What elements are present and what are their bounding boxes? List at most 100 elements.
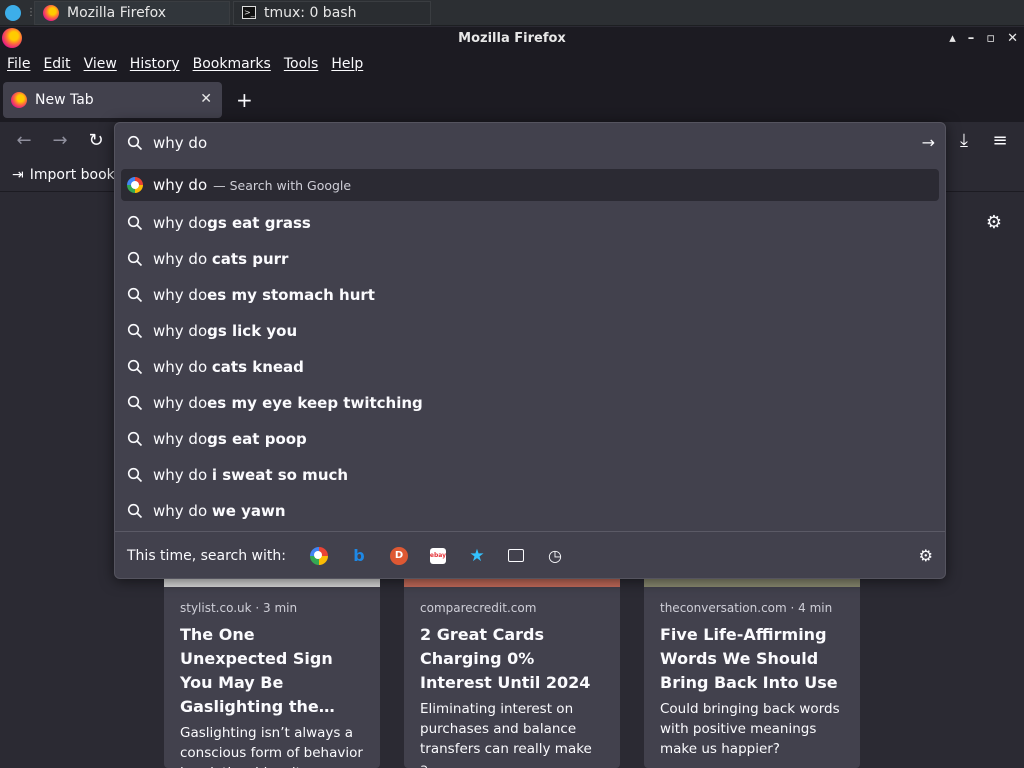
firefox-icon xyxy=(2,28,22,48)
forward-arrow-icon[interactable]: → xyxy=(48,130,72,151)
suggestion-completion: gs eat poop xyxy=(207,430,307,448)
app-launcher-button[interactable] xyxy=(0,0,26,26)
suggestion-item[interactable]: why dogs lick you xyxy=(121,313,939,349)
suggestion-typed: why do xyxy=(153,358,212,376)
suggestion-completion: es my stomach hurt xyxy=(207,286,375,304)
tab-strip: New Tab ✕ + xyxy=(0,78,1024,122)
import-bookmarks-label: Import book xyxy=(29,167,115,183)
minimize-button[interactable]: – xyxy=(968,31,975,46)
card-source: comparecredit.com xyxy=(420,601,537,615)
downloads-icon[interactable]: ⤓ xyxy=(952,130,976,151)
story-card[interactable]: theconversation.com · 4 min Five Life-Af… xyxy=(644,587,860,768)
keep-above-button[interactable]: ▴ xyxy=(949,31,956,46)
url-input[interactable]: why do xyxy=(115,123,945,163)
one-off-label: This time, search with: xyxy=(127,547,286,564)
go-arrow-icon[interactable]: → xyxy=(922,133,935,152)
one-off-search-bar: This time, search with: b D ebay ★ ◷ ⚙ xyxy=(115,531,945,579)
suggestion-item[interactable]: why do i sweat so much xyxy=(121,457,939,493)
import-icon: ⇥ xyxy=(12,167,24,183)
bookmarks-star-icon[interactable]: ★ xyxy=(468,546,486,566)
suggestion-typed: why do xyxy=(153,430,208,448)
menu-help[interactable]: Help xyxy=(331,56,370,72)
search-icon xyxy=(127,395,143,411)
search-icon xyxy=(127,359,143,375)
suggestion-completion: es my eye keep twitching xyxy=(207,394,423,412)
taskbar-task-label: Mozilla Firefox xyxy=(67,4,167,21)
gear-icon[interactable]: ⚙ xyxy=(986,212,1002,233)
taskbar-task-firefox[interactable]: Mozilla Firefox xyxy=(34,0,230,25)
card-source: theconversation.com · 4 min xyxy=(660,601,833,615)
firefox-icon xyxy=(43,4,59,21)
menu-edit[interactable]: Edit xyxy=(43,56,77,72)
card-title: The One Unexpected Sign You May Be Gasli… xyxy=(180,625,335,716)
suggestion-completion: we yawn xyxy=(211,502,286,520)
close-tab-icon[interactable]: ✕ xyxy=(200,91,212,107)
reload-icon[interactable]: ↻ xyxy=(84,130,108,151)
duckduckgo-engine-icon[interactable]: D xyxy=(389,546,408,565)
import-bookmarks-button[interactable]: ⇥ Import book xyxy=(12,167,115,183)
search-icon xyxy=(127,323,143,339)
suggestion-completion: gs lick you xyxy=(207,322,298,340)
card-title: Five Life-Affirming Words We Should Brin… xyxy=(660,625,838,692)
search-icon xyxy=(127,215,143,231)
terminal-icon: >_ xyxy=(242,6,256,19)
taskbar: ⋮ Mozilla Firefox >_ tmux: 0 bash xyxy=(0,0,1024,26)
suggestion-item[interactable]: why dogs eat grass xyxy=(121,205,939,241)
bing-engine-icon[interactable]: b xyxy=(350,546,368,565)
urlbar-dropdown: why do → why do — Search with Google why … xyxy=(114,122,946,579)
card-source: stylist.co.uk · 3 min xyxy=(180,601,298,615)
taskbar-separator: ⋮ xyxy=(26,7,36,18)
close-window-button[interactable]: ✕ xyxy=(1007,31,1018,46)
search-icon xyxy=(127,287,143,303)
suggestion-typed: why do xyxy=(153,286,208,304)
card-description: Eliminating interest on purchases and ba… xyxy=(420,701,592,768)
menu-bar: File Edit View History Bookmarks Tools H… xyxy=(0,50,1024,78)
suggestion-typed: why do xyxy=(153,502,212,520)
new-tab-button[interactable]: + xyxy=(236,88,253,112)
suggestion-completion: cats purr xyxy=(211,250,289,268)
suggestion-item[interactable]: why dogs eat poop xyxy=(121,421,939,457)
suggestion-typed: why do xyxy=(153,176,208,194)
window-title: Mozilla Firefox xyxy=(458,31,566,46)
search-icon xyxy=(127,135,143,151)
search-settings-gear-icon[interactable]: ⚙ xyxy=(919,546,933,565)
search-icon xyxy=(127,251,143,267)
suggestion-typed: why do xyxy=(153,214,208,232)
suggestion-item[interactable]: why do we yawn xyxy=(121,493,939,529)
ebay-engine-icon[interactable]: ebay xyxy=(430,547,446,564)
suggestion-completion: gs eat grass xyxy=(207,214,311,232)
tabs-icon[interactable] xyxy=(507,549,524,562)
suggestion-hint: — Search with Google xyxy=(213,178,352,193)
menu-bookmarks[interactable]: Bookmarks xyxy=(193,56,278,72)
suggestion-item[interactable]: why do — Search with Google xyxy=(121,169,939,201)
suggestion-completion: cats knead xyxy=(211,358,304,376)
suggestion-item[interactable]: why do cats knead xyxy=(121,349,939,385)
card-description: Gaslighting isn’t always a conscious for… xyxy=(180,725,363,768)
story-card[interactable]: comparecredit.com 2 Great Cards Charging… xyxy=(404,587,620,768)
back-arrow-icon[interactable]: ← xyxy=(12,130,36,151)
menu-view[interactable]: View xyxy=(84,56,124,72)
suggestion-item[interactable]: why do cats purr xyxy=(121,241,939,277)
hamburger-menu-icon[interactable]: ≡ xyxy=(988,130,1012,151)
suggestion-item[interactable]: why does my stomach hurt xyxy=(121,277,939,313)
suggestion-list: why do — Search with Google why dogs eat … xyxy=(121,169,939,529)
google-engine-icon[interactable] xyxy=(309,546,328,565)
menu-tools[interactable]: Tools xyxy=(284,56,326,72)
search-icon xyxy=(127,467,143,483)
maximize-button[interactable]: ▫ xyxy=(986,31,995,46)
google-icon xyxy=(127,177,143,193)
suggestion-item[interactable]: why does my eye keep twitching xyxy=(121,385,939,421)
search-icon xyxy=(127,431,143,447)
card-title: 2 Great Cards Charging 0% Interest Until… xyxy=(420,625,591,692)
launcher-icon xyxy=(5,4,21,21)
card-description: Could bringing back words with positive … xyxy=(660,701,840,757)
taskbar-task-tmux[interactable]: >_ tmux: 0 bash xyxy=(233,0,431,25)
window-titlebar: Mozilla Firefox ▴ – ▫ ✕ xyxy=(0,27,1024,50)
story-card[interactable]: stylist.co.uk · 3 min The One Unexpected… xyxy=(164,587,380,768)
menu-file[interactable]: File xyxy=(7,56,37,72)
tab-new-tab[interactable]: New Tab ✕ xyxy=(3,82,222,118)
tab-label: New Tab xyxy=(35,92,94,108)
history-clock-icon[interactable]: ◷ xyxy=(546,546,564,565)
menu-history[interactable]: History xyxy=(130,56,187,72)
taskbar-task-label: tmux: 0 bash xyxy=(264,4,357,21)
